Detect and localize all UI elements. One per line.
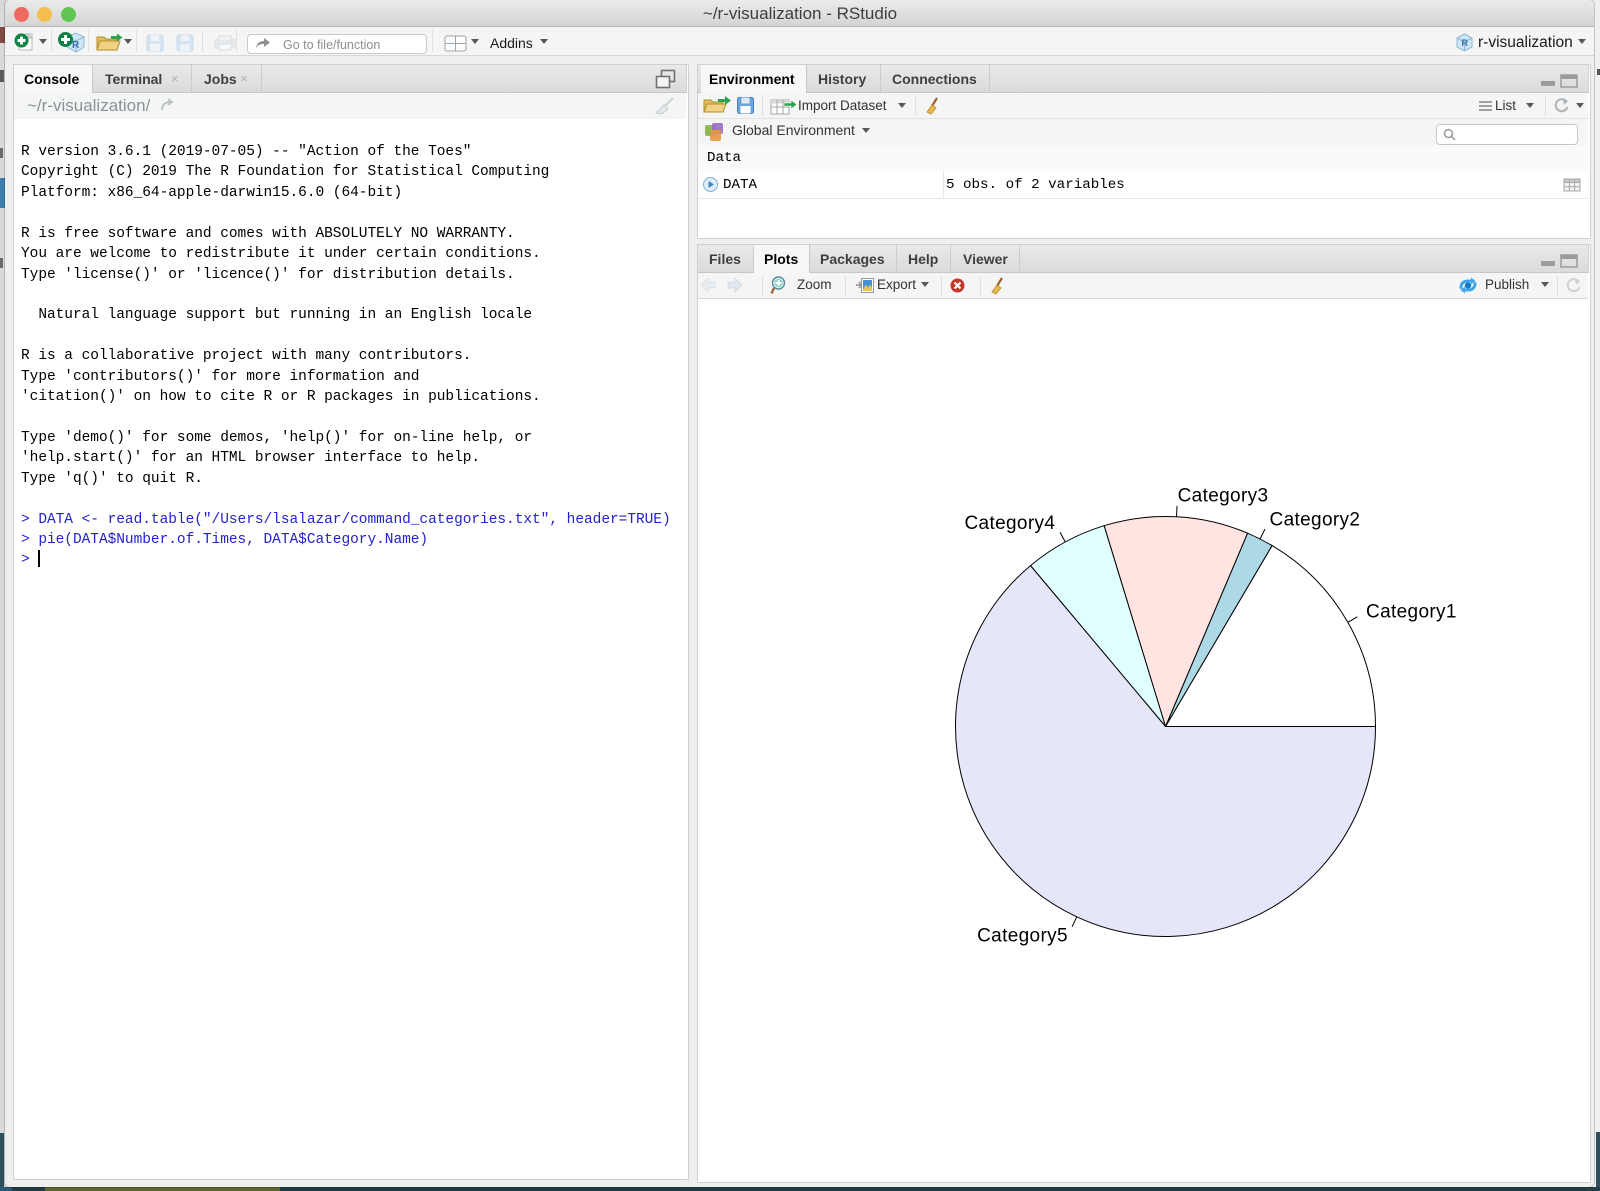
svg-text:Category1: Category1 [1366, 601, 1457, 622]
svg-text:Category3: Category3 [1178, 485, 1269, 506]
svg-text:R: R [1462, 38, 1469, 48]
svg-text:Category5: Category5 [977, 925, 1068, 946]
svg-text:R: R [72, 40, 80, 51]
svg-text:Category2: Category2 [1270, 510, 1361, 531]
svg-text:Category4: Category4 [964, 513, 1055, 534]
